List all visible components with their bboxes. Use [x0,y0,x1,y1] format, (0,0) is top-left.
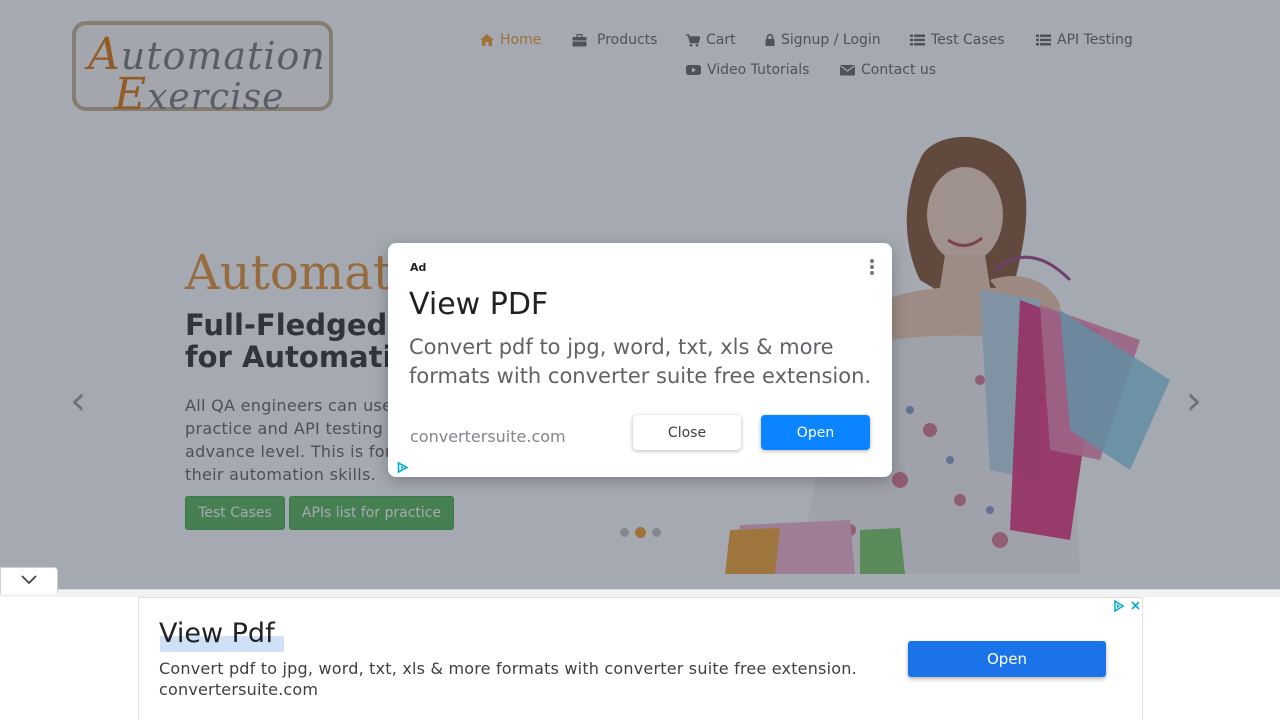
banner-ad-open-button[interactable]: Open [908,641,1106,677]
banner-ad-url[interactable]: convertersuite.com [159,680,318,699]
adchoices-close-icon[interactable] [1112,599,1142,613]
ad-label: Ad [410,261,427,274]
anchor-ad-divider [0,589,1280,597]
ad-title: View PDF [409,287,549,322]
anchor-banner-ad: View Pdf Convert pdf to jpg, word, txt, … [138,597,1143,720]
ad-open-button[interactable]: Open [761,415,870,450]
page: Automation Exercise Home Products Cart S… [0,0,1280,720]
chevron-down-icon [21,575,37,585]
collapse-ad-tab[interactable] [0,567,58,594]
ad-url[interactable]: convertersuite.com [410,427,566,446]
interstitial-ad-dialog: Ad View PDF Convert pdf to jpg, word, tx… [388,243,892,477]
banner-ad-description: Convert pdf to jpg, word, txt, xls & mor… [159,659,857,678]
ad-description: Convert pdf to jpg, word, txt, xls & mor… [409,335,872,388]
ad-close-button[interactable]: Close [633,415,741,450]
more-options-icon[interactable] [868,259,876,277]
banner-ad-title[interactable]: View Pdf [159,618,275,649]
adchoices-icon[interactable] [397,462,408,473]
